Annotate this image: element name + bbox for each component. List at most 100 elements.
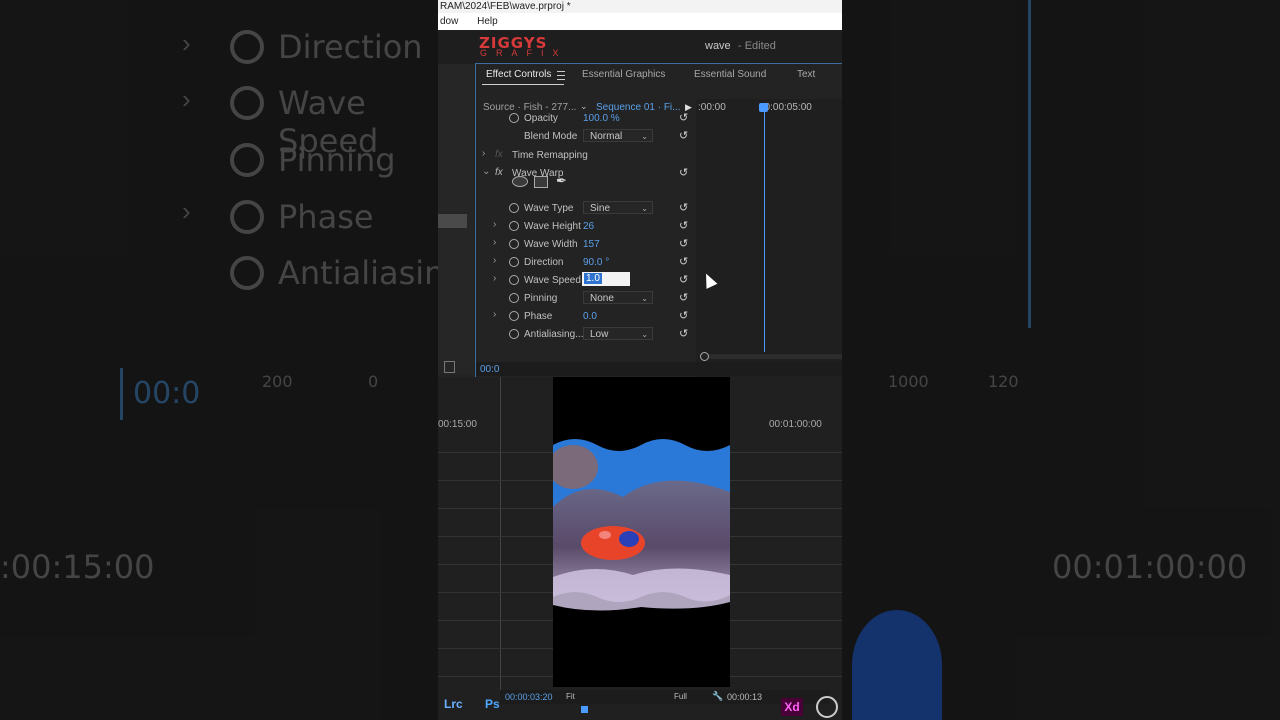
time-remapping-label: Time Remapping <box>512 150 588 161</box>
reset-icon[interactable]: ↺ <box>679 273 688 286</box>
stopwatch-icon[interactable] <box>509 221 519 231</box>
tab-essential-sound[interactable]: Essential Sound <box>694 69 766 80</box>
project-panel-strip <box>438 64 474 374</box>
rectangle-mask-icon[interactable] <box>534 176 548 188</box>
stopwatch-icon[interactable] <box>509 293 519 303</box>
project-name: wave <box>705 40 731 52</box>
scroll-knob[interactable] <box>700 352 709 361</box>
chevron-right-icon[interactable]: › <box>482 148 485 159</box>
stopwatch-icon[interactable] <box>509 257 519 267</box>
selected-bin[interactable] <box>438 214 467 228</box>
lightroom-icon[interactable]: Lrc <box>444 697 463 711</box>
timeline-left-timecode: 00:15:00 <box>438 419 477 430</box>
trash-icon[interactable] <box>444 361 455 373</box>
chevron-down-icon: ⌄ <box>641 132 648 141</box>
wave-speed-input[interactable]: 1.0 <box>582 272 630 286</box>
chevron-down-icon: ⌄ <box>641 294 648 303</box>
stopwatch-icon[interactable] <box>509 239 519 249</box>
pinning-dropdown[interactable]: None ⌄ <box>583 291 653 304</box>
chevron-right-icon[interactable]: › <box>493 273 496 284</box>
antialiasing-value: Low <box>590 329 609 340</box>
reset-icon[interactable]: ↺ <box>679 327 688 340</box>
wave-type-label: Wave Type <box>524 203 574 214</box>
direction-row: › Direction 90.0 ° ↺ <box>476 254 696 272</box>
pinning-value: None <box>590 293 614 304</box>
reset-icon[interactable]: ↺ <box>679 291 688 304</box>
blend-mode-value: Normal <box>590 131 623 142</box>
xd-icon[interactable]: Xd <box>781 698 803 716</box>
tab-text[interactable]: Text <box>797 69 815 80</box>
chevron-right-icon[interactable]: › <box>493 219 496 230</box>
reset-icon[interactable]: ↺ <box>679 129 688 142</box>
active-tab-underline <box>482 84 564 85</box>
wave-warp-row[interactable]: ⌄ fx Wave Warp ↺ <box>476 165 696 183</box>
blend-mode-row: Blend Mode Normal ⌄ ↺ <box>476 128 696 146</box>
background-right: 1000 120 00:01:00:00 <box>842 0 1280 720</box>
menu-window[interactable]: dow <box>440 16 458 27</box>
wave-type-row: Wave Type Sine ⌄ ↺ <box>476 200 696 218</box>
wave-height-value[interactable]: 26 <box>583 221 594 232</box>
phase-label: Phase <box>524 311 553 322</box>
tab-essential-graphics[interactable]: Essential Graphics <box>582 69 665 80</box>
playhead-line[interactable] <box>764 107 765 352</box>
project-status: - Edited <box>738 40 776 52</box>
divider <box>500 377 501 697</box>
opacity-value[interactable]: 100.0 % <box>583 113 620 124</box>
panel-tabs: Effect Controls Essential Graphics Essen… <box>476 64 842 86</box>
program-monitor[interactable] <box>553 377 730 687</box>
tab-effect-controls[interactable]: Effect Controls <box>486 69 551 80</box>
timeline-right-timecode: 00:01:00:00 <box>769 419 822 430</box>
wave-width-row: › Wave Width 157 ↺ <box>476 236 696 254</box>
stopwatch-icon[interactable] <box>509 113 519 123</box>
chevron-right-icon[interactable]: › <box>493 237 496 248</box>
direction-label: Direction <box>524 257 564 268</box>
effect-controls-panel: Effect Controls Essential Graphics Essen… <box>475 63 842 379</box>
photoshop-icon[interactable]: Ps <box>485 697 500 711</box>
obs-icon[interactable] <box>816 696 838 718</box>
video-frame <box>553 437 730 622</box>
reset-icon[interactable]: ↺ <box>679 201 688 214</box>
opacity-label: Opacity <box>524 113 558 124</box>
panel-menu-icon[interactable] <box>557 71 565 80</box>
timeline-scrollbar[interactable] <box>700 352 842 361</box>
wave-width-value[interactable]: 157 <box>583 239 600 250</box>
fx-icon[interactable]: fx <box>495 167 503 178</box>
pinning-row: Pinning None ⌄ ↺ <box>476 290 696 308</box>
chevron-right-icon[interactable]: › <box>493 255 496 266</box>
reset-icon[interactable]: ↺ <box>679 166 688 179</box>
direction-value[interactable]: 90.0 ° <box>583 257 609 268</box>
lower-area: 00:15:00 00:01:00:00 00:00:03:20 Fit Ful… <box>438 377 842 720</box>
reset-icon[interactable]: ↺ <box>679 237 688 250</box>
reset-icon[interactable]: ↺ <box>679 255 688 268</box>
pinning-label: Pinning <box>524 293 558 304</box>
reset-icon[interactable]: ↺ <box>679 111 688 124</box>
wave-type-dropdown[interactable]: Sine ⌄ <box>583 201 653 214</box>
wave-height-label: Wave Height <box>524 221 581 232</box>
fx-icon: fx <box>495 149 503 160</box>
reset-icon[interactable]: ↺ <box>679 219 688 232</box>
wave-type-value: Sine <box>590 203 611 214</box>
title-bar: RAM\2024\FEB\wave.prproj * <box>438 0 842 13</box>
pen-mask-icon[interactable]: ✒ <box>556 173 567 189</box>
stopwatch-icon[interactable] <box>509 329 519 339</box>
reset-icon[interactable]: ↺ <box>679 309 688 322</box>
menu-help[interactable]: Help <box>477 16 498 27</box>
effect-timeline[interactable]: :00:00 00:00:05:00 <box>696 99 842 377</box>
wave-speed-value: 1.0 <box>584 273 602 284</box>
wave-width-label: Wave Width <box>524 239 578 250</box>
blend-mode-dropdown[interactable]: Normal ⌄ <box>583 129 653 142</box>
stopwatch-icon[interactable] <box>509 203 519 213</box>
logo-grafix: GRAFIX <box>480 48 568 58</box>
stopwatch-icon[interactable] <box>509 311 519 321</box>
opacity-row: Opacity 100.0 % ↺ <box>476 110 696 128</box>
stopwatch-icon[interactable] <box>509 275 519 285</box>
wave-height-row: › Wave Height 26 ↺ <box>476 218 696 236</box>
antialiasing-label: Antialiasing... <box>524 329 584 340</box>
menu-bar: dow Help <box>438 13 842 30</box>
chevron-down-icon[interactable]: ⌄ <box>482 166 490 177</box>
time-remapping-row[interactable]: › fx Time Remapping <box>476 147 696 165</box>
phase-value[interactable]: 0.0 <box>583 311 597 322</box>
ellipse-mask-icon[interactable] <box>512 176 528 187</box>
chevron-right-icon[interactable]: › <box>493 309 496 320</box>
antialiasing-dropdown[interactable]: Low ⌄ <box>583 327 653 340</box>
